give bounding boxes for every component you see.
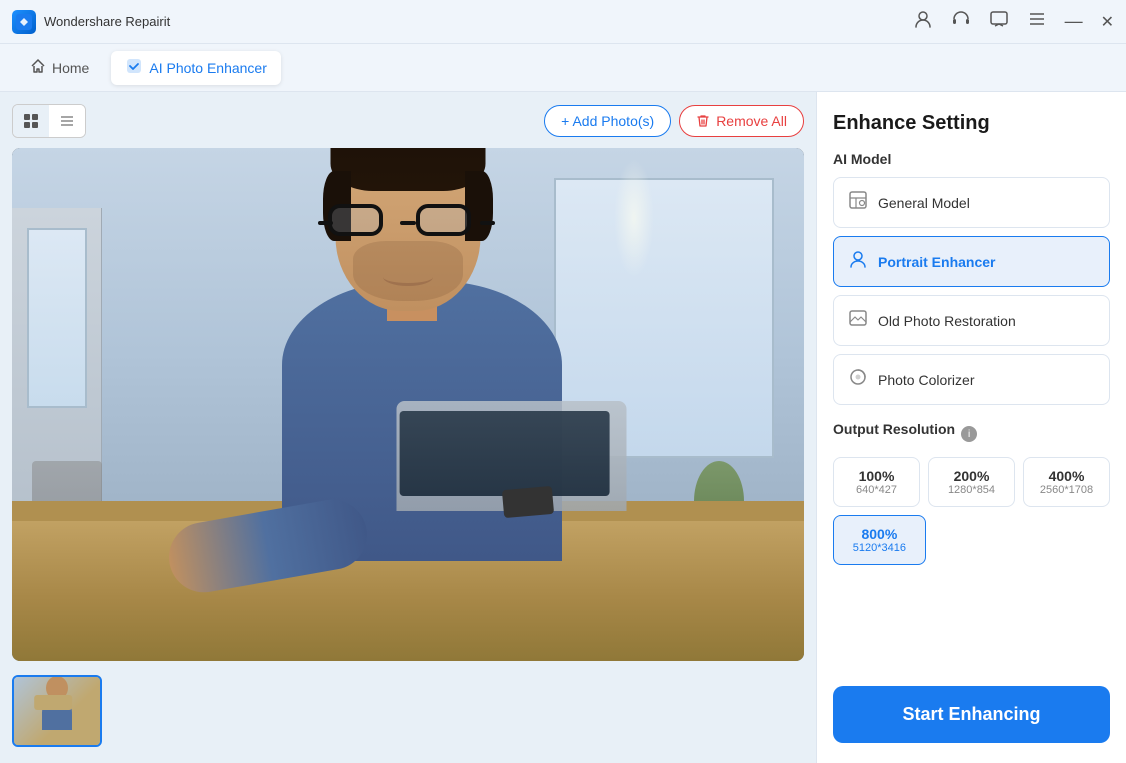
- general-model-label: General Model: [878, 195, 970, 211]
- titlebar: Wondershare Repairit — ✕: [0, 0, 1126, 44]
- photo-display-area: [12, 148, 804, 661]
- toolbar: + Add Photo(s) Remove All: [12, 104, 804, 138]
- navbar: Home AI Photo Enhancer: [0, 44, 1126, 92]
- thumbnail-item[interactable]: [12, 675, 102, 747]
- thumbnail-strip: [12, 671, 804, 751]
- grid-view-button[interactable]: [13, 105, 49, 137]
- colorizer-label: Photo Colorizer: [878, 372, 975, 388]
- resolution-header: Output Resolution i: [833, 421, 1110, 447]
- panel-title: Enhance Setting: [833, 112, 1110, 135]
- resolution-grid-top: 100% 640*427 200% 1280*854 400% 2560*170…: [833, 457, 1110, 507]
- resolution-100-button[interactable]: 100% 640*427: [833, 457, 920, 507]
- start-enhancing-button[interactable]: Start Enhancing: [833, 686, 1110, 743]
- general-model-button[interactable]: General Model: [833, 177, 1110, 228]
- res-800-dim: 5120*3416: [853, 542, 906, 554]
- account-icon[interactable]: [913, 9, 933, 34]
- ai-photo-enhancer-tab[interactable]: AI Photo Enhancer: [111, 51, 281, 85]
- photo-colorizer-button[interactable]: Photo Colorizer: [833, 354, 1110, 405]
- resolution-label: Output Resolution: [833, 421, 955, 437]
- resolution-400-button[interactable]: 400% 2560*1708: [1023, 457, 1110, 507]
- main-content: + Add Photo(s) Remove All: [0, 92, 1126, 763]
- ai-model-label: AI Model: [833, 151, 1110, 167]
- close-icon[interactable]: ✕: [1101, 12, 1114, 32]
- app-title: Wondershare Repairit: [44, 14, 170, 29]
- list-view-button[interactable]: [49, 105, 85, 137]
- portrait-enhancer-label: Portrait Enhancer: [878, 254, 995, 270]
- output-resolution-section: Output Resolution i 100% 640*427 200% 12…: [833, 421, 1110, 565]
- ai-model-section: AI Model General Model Portrait Enhancer: [833, 151, 1110, 405]
- resolution-grid-bottom: 800% 5120*3416: [833, 515, 1110, 565]
- minimize-icon[interactable]: —: [1065, 11, 1083, 32]
- app-icon: [12, 10, 36, 34]
- old-photo-label: Old Photo Restoration: [878, 313, 1016, 329]
- resolution-200-button[interactable]: 200% 1280*854: [928, 457, 1015, 507]
- right-panel: Enhance Setting AI Model General Model: [816, 92, 1126, 763]
- home-tab[interactable]: Home: [16, 52, 103, 84]
- headset-icon[interactable]: [951, 9, 971, 34]
- info-icon[interactable]: i: [961, 426, 977, 442]
- home-icon: [30, 58, 46, 78]
- resolution-800-button[interactable]: 800% 5120*3416: [833, 515, 926, 565]
- old-photo-restoration-button[interactable]: Old Photo Restoration: [833, 295, 1110, 346]
- thumbnail-preview: [14, 677, 100, 745]
- res-400-dim: 2560*1708: [1040, 484, 1093, 496]
- titlebar-left: Wondershare Repairit: [12, 10, 170, 34]
- res-100-pct: 100%: [859, 468, 895, 484]
- chat-icon[interactable]: [989, 9, 1009, 34]
- res-200-pct: 200%: [954, 468, 990, 484]
- main-photo: [12, 148, 804, 661]
- general-model-icon: [848, 190, 868, 215]
- titlebar-right: — ✕: [913, 9, 1114, 34]
- model-list: General Model Portrait Enhancer Old Phot…: [833, 177, 1110, 405]
- res-200-dim: 1280*854: [948, 484, 995, 496]
- left-panel: + Add Photo(s) Remove All: [0, 92, 816, 763]
- menu-icon[interactable]: [1027, 9, 1047, 34]
- remove-all-button[interactable]: Remove All: [679, 105, 804, 137]
- home-tab-label: Home: [52, 60, 89, 76]
- view-toggle: [12, 104, 86, 138]
- portrait-enhancer-button[interactable]: Portrait Enhancer: [833, 236, 1110, 287]
- res-100-dim: 640*427: [856, 484, 897, 496]
- active-tab-label: AI Photo Enhancer: [149, 60, 267, 76]
- enhancer-icon: [125, 57, 143, 79]
- colorizer-icon: [848, 367, 868, 392]
- portrait-enhancer-icon: [848, 249, 868, 274]
- old-photo-icon: [848, 308, 868, 333]
- add-photos-button[interactable]: + Add Photo(s): [544, 105, 671, 137]
- res-400-pct: 400%: [1049, 468, 1085, 484]
- res-800-pct: 800%: [861, 526, 897, 542]
- remove-all-label: Remove All: [716, 113, 787, 129]
